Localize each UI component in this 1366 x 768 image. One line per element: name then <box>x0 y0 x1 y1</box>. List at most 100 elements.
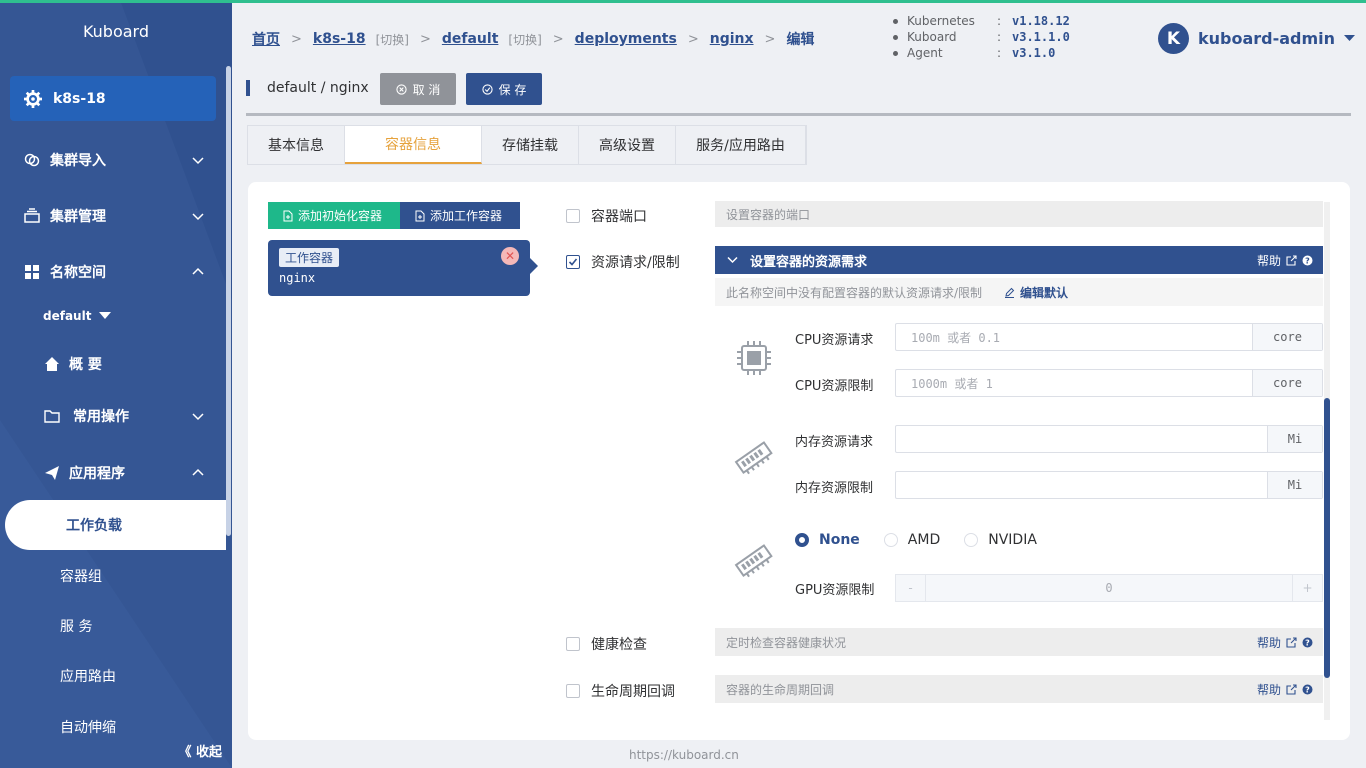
cpu-icon <box>737 341 771 375</box>
memory-request-label: 内存资源请求 <box>795 435 874 450</box>
link-icon <box>24 153 40 167</box>
breadcrumb-namespace[interactable]: default <box>442 31 499 47</box>
save-button[interactable]: 保 存 <box>466 73 542 105</box>
health-help-link[interactable]: 帮助 ? <box>1257 634 1313 651</box>
cpu-limit-input[interactable]: 1000m 或者 1 core <box>895 369 1323 397</box>
resources-checkbox[interactable] <box>566 255 580 269</box>
home-icon <box>45 357 59 371</box>
sidebar-item-namespace[interactable]: 名称空间 <box>0 257 226 287</box>
breadcrumb-namespace-switch[interactable]: [切换] <box>508 31 541 48</box>
port-hint: 设置容器的端口 <box>715 201 1323 227</box>
sidebar-item-ingress[interactable]: 应用路由 <box>60 666 116 686</box>
file-add-icon <box>415 210 425 221</box>
breadcrumb-cluster-switch[interactable]: [切换] <box>376 31 409 48</box>
memory-limit-label: 内存资源限制 <box>795 481 874 496</box>
gpu-limit-stepper[interactable]: - 0 + <box>895 574 1323 602</box>
user-menu[interactable]: K kuboard-admin <box>1158 23 1356 54</box>
edit-defaults-link[interactable]: 编辑默认 <box>1004 284 1068 301</box>
chevron-down-icon <box>192 213 204 221</box>
breadcrumb-name[interactable]: nginx <box>710 31 754 47</box>
stepper-decrease-button[interactable]: - <box>896 575 926 601</box>
memory-request-input[interactable]: Mi <box>895 425 1323 453</box>
edit-icon <box>1005 287 1015 298</box>
sidebar-item-workloads[interactable]: 工作负载 <box>5 500 226 550</box>
sidebar-item-cluster-manage[interactable]: 集群管理 <box>0 201 226 231</box>
sidebar-item-autoscaling[interactable]: 自动伸缩 <box>60 717 116 737</box>
container-name: nginx <box>279 271 316 285</box>
cpu-request-input[interactable]: 100m 或者 0.1 core <box>895 323 1323 351</box>
question-circle-icon: ? <box>1302 684 1313 694</box>
sidebar-item-services[interactable]: 服 务 <box>60 616 92 636</box>
gpu-limit-label: GPU资源限制 <box>795 583 875 598</box>
sidebar-collapse-button[interactable]: 《 收起 <box>178 741 222 760</box>
sidebar-item-cluster-import[interactable]: 集群导入 <box>0 145 226 175</box>
external-link-icon <box>1286 683 1297 695</box>
stepper-increase-button[interactable]: + <box>1292 575 1322 601</box>
app-logo[interactable]: Kuboard <box>0 22 232 41</box>
sidebar-item-label: 工作负载 <box>66 518 122 534</box>
remove-container-icon[interactable]: ✕ <box>501 247 519 265</box>
question-circle-icon: ? <box>1302 637 1313 647</box>
avatar: K <box>1158 23 1189 54</box>
namespace-value: default <box>43 309 92 323</box>
chevron-right-icon: > <box>552 31 564 47</box>
container-type-tag: 工作容器 <box>279 248 340 267</box>
footer-link[interactable]: https://kuboard.cn <box>629 748 739 762</box>
container-card-nginx[interactable]: 工作容器 nginx ✕ <box>268 240 530 296</box>
sidebar-item-common-ops[interactable]: 常用操作 <box>0 401 226 431</box>
sidebar-item-label: 应用程序 <box>69 466 125 482</box>
current-cluster[interactable]: k8s-18 <box>10 76 216 121</box>
sidebar-scrollbar[interactable] <box>226 66 231 536</box>
gpu-radio-amd[interactable]: AMD <box>883 532 940 548</box>
scrollbar-thumb[interactable] <box>1324 398 1330 678</box>
tab-advanced[interactable]: 高级设置 <box>579 126 676 164</box>
tab-bar: 基本信息 容器信息 存储挂载 高级设置 服务/应用路由 <box>247 125 807 165</box>
breadcrumb-kind[interactable]: deployments <box>575 31 677 47</box>
sidebar-item-applications[interactable]: 应用程序 <box>0 458 226 488</box>
check-icon <box>568 258 578 266</box>
option-container-port[interactable]: 容器端口 <box>566 206 647 226</box>
chevron-down-icon <box>192 157 204 165</box>
resources-panel-header[interactable]: 设置容器的资源需求 帮助 ? <box>715 246 1323 274</box>
option-lifecycle[interactable]: 生命周期回调 <box>566 681 675 701</box>
resources-default-note: 此名称空间中没有配置容器的默认资源请求/限制 编辑默认 <box>715 278 1323 306</box>
gpu-radio-none[interactable]: None <box>795 532 860 548</box>
option-resources[interactable]: 资源请求/限制 <box>566 252 680 272</box>
send-icon <box>45 466 59 480</box>
add-init-container-button[interactable]: 添加初始化容器 <box>268 202 400 229</box>
tab-container-info[interactable]: 容器信息 <box>345 126 482 164</box>
gpu-icon <box>734 544 773 578</box>
svg-text:?: ? <box>1305 685 1310 694</box>
breadcrumb-cluster[interactable]: k8s-18 <box>313 31 366 47</box>
cpu-limit-label: CPU资源限制 <box>795 379 874 394</box>
option-health-check[interactable]: 健康检查 <box>566 634 647 654</box>
namespace-select[interactable]: default <box>43 309 112 323</box>
port-checkbox[interactable] <box>566 209 580 223</box>
cpu-request-label: CPU资源请求 <box>795 333 874 348</box>
tab-basic-info[interactable]: 基本信息 <box>248 126 345 164</box>
external-link-icon <box>1286 254 1297 266</box>
tab-storage[interactable]: 存储挂载 <box>482 126 579 164</box>
check-circle-icon <box>481 83 493 95</box>
lifecycle-help-link[interactable]: 帮助 ? <box>1257 681 1313 698</box>
cancel-button[interactable]: 取 消 <box>380 73 456 105</box>
sidebar-item-label: 概 要 <box>69 357 102 373</box>
lifecycle-checkbox[interactable] <box>566 684 580 698</box>
version-row: Kuboard: v3.1.1.0 <box>893 29 1070 45</box>
breadcrumb-home[interactable]: 首页 <box>252 29 280 49</box>
container-editor-card: 添加初始化容器 添加工作容器 工作容器 nginx ✕ 容器端口 设置容器的端口… <box>248 182 1350 740</box>
health-checkbox[interactable] <box>566 637 580 651</box>
gpu-radio-nvidia[interactable]: NVIDIA <box>964 532 1037 548</box>
folder-icon <box>44 410 60 423</box>
tab-service-ingress[interactable]: 服务/应用路由 <box>676 126 806 164</box>
sidebar-item-pods[interactable]: 容器组 <box>60 566 102 586</box>
sidebar-item-overview[interactable]: 概 要 <box>0 349 226 379</box>
chevron-up-icon <box>192 267 204 275</box>
resources-help-link[interactable]: 帮助 ? <box>1257 252 1313 269</box>
gear-icon <box>24 89 42 108</box>
sidebar-item-label: 集群导入 <box>50 153 106 169</box>
content-scrollbar[interactable] <box>1324 202 1330 720</box>
add-work-container-button[interactable]: 添加工作容器 <box>400 202 520 229</box>
memory-limit-input[interactable]: Mi <box>895 471 1323 499</box>
chevron-down-icon <box>192 413 204 421</box>
